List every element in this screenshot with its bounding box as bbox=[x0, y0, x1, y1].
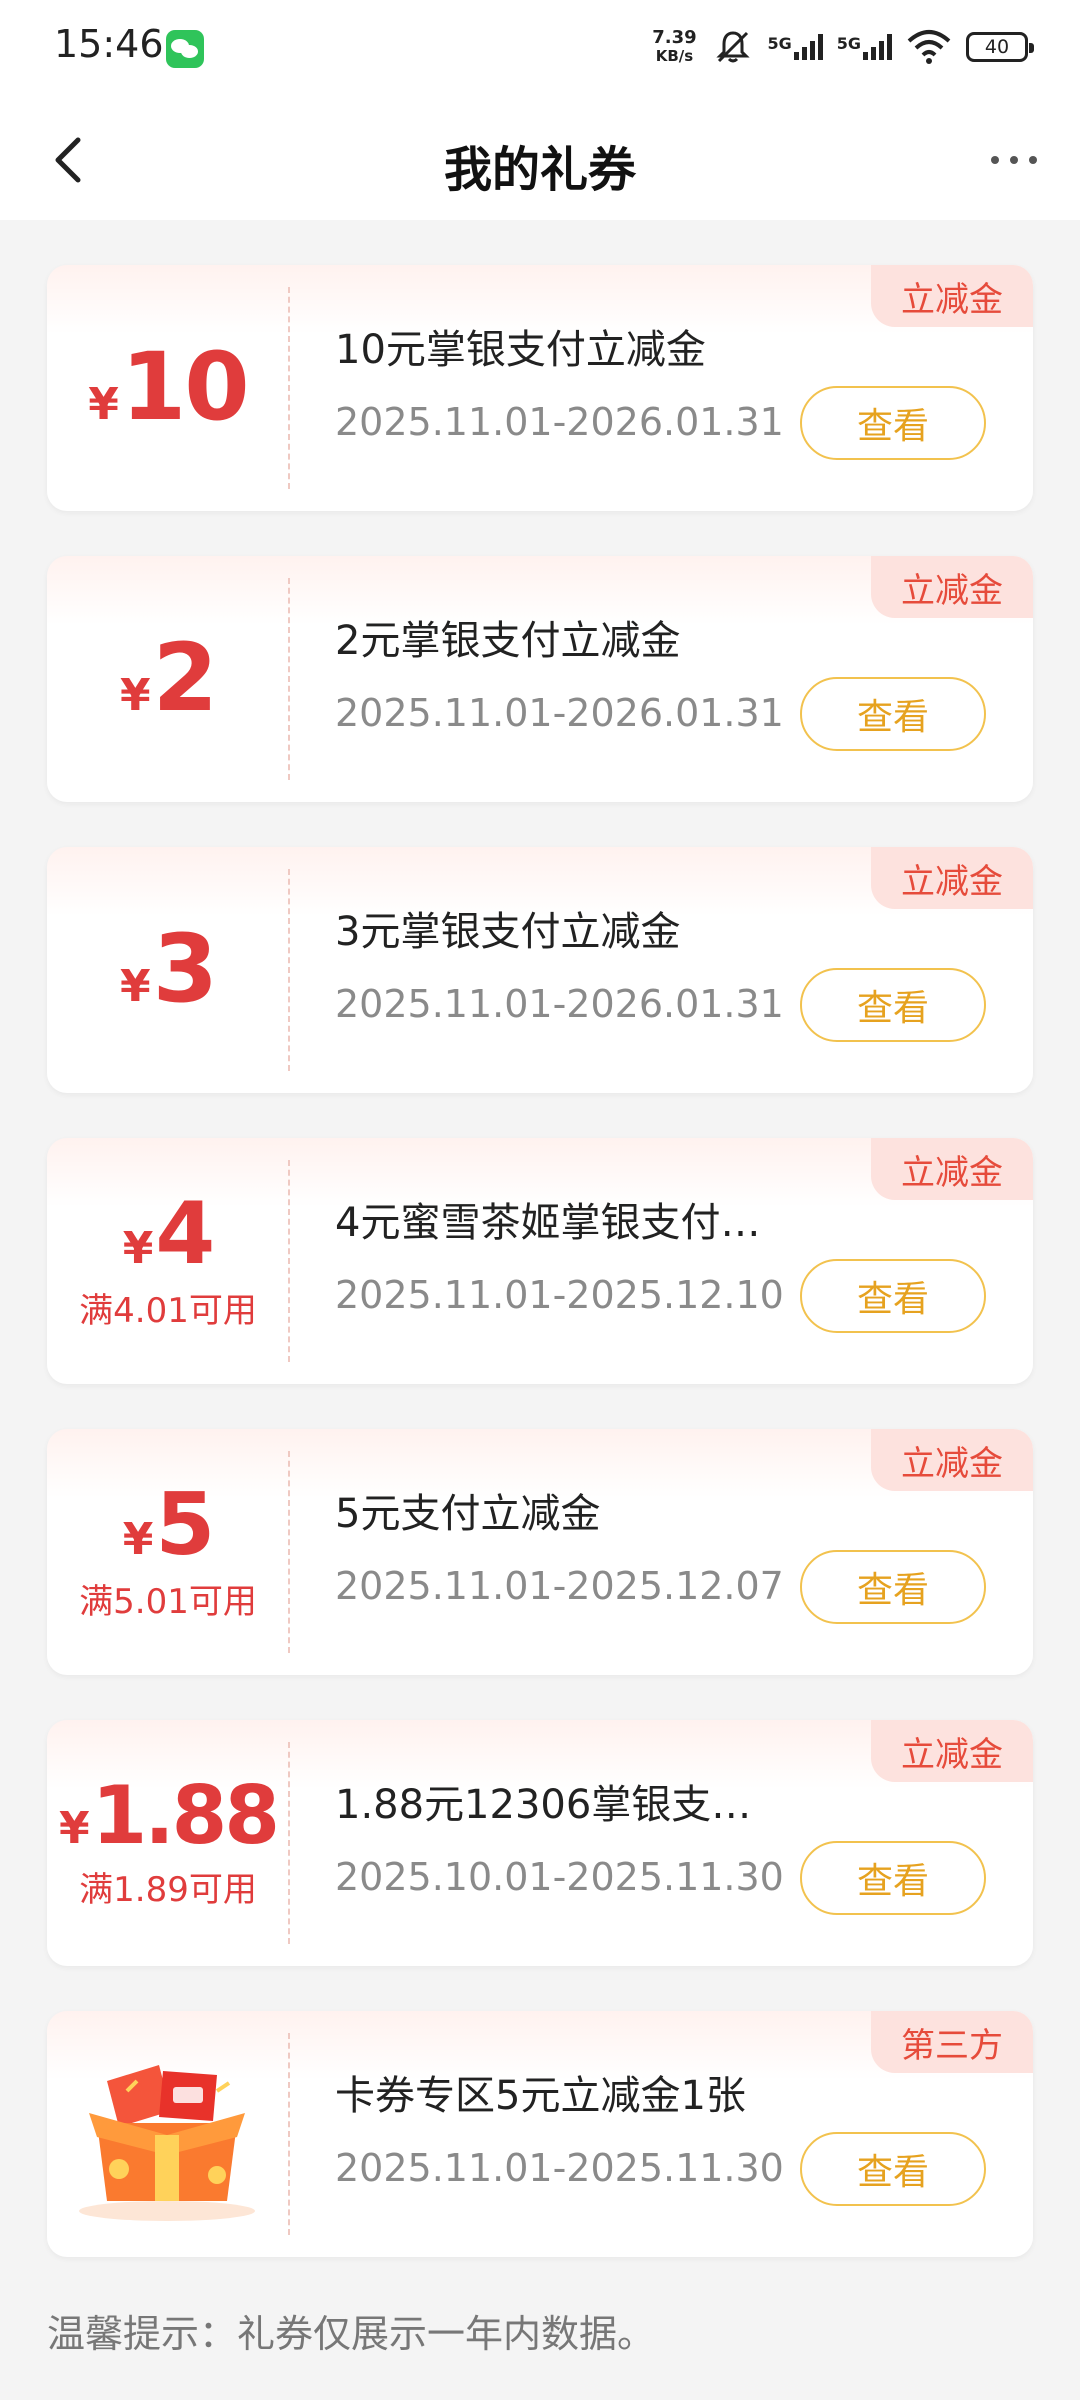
usage-condition: 满4.01可用 bbox=[79, 1290, 257, 1331]
page-title: 我的礼券 bbox=[443, 142, 636, 198]
coupon-card[interactable]: 卡券专区5元立减金1张 2025.11.01-2025.11.30 第三方 查看 bbox=[47, 2011, 1033, 2257]
battery-indicator: 40 bbox=[966, 32, 1034, 62]
signal-1-label: 5G bbox=[767, 34, 792, 53]
status-time: 15:46 bbox=[54, 22, 164, 66]
usage-condition: 满5.01可用 bbox=[79, 1581, 257, 1622]
coupon-type-badge: 立减金 bbox=[871, 1138, 1033, 1200]
view-button[interactable]: 查看 bbox=[800, 386, 986, 460]
gift-box-image bbox=[67, 2051, 267, 2227]
coupon-amount: ¥ 2 bbox=[119, 624, 218, 733]
dashed-divider bbox=[288, 2033, 290, 2235]
coupon-card[interactable]: ¥ 4 满4.01可用 4元蜜雪茶姬掌银支付… 2025.11.01-2025.… bbox=[47, 1138, 1033, 1384]
cellular-signal-2-icon: 5G bbox=[837, 34, 892, 60]
coupon-amount: ¥ 1.88 bbox=[58, 1768, 280, 1862]
coupon-validity-date: 2025.11.01-2025.12.10 bbox=[335, 1273, 784, 1317]
amount-value: 5 bbox=[155, 1474, 215, 1575]
status-bar: 15:46 7.39 KB/s 5G 5G 40 bbox=[0, 0, 1080, 100]
amount-value: 2 bbox=[152, 624, 218, 733]
network-speed-value: 7.39 bbox=[652, 27, 697, 48]
more-options-button[interactable] bbox=[972, 124, 1056, 196]
coupon-amount-area: ¥ 5 满5.01可用 bbox=[47, 1429, 289, 1675]
dot-icon bbox=[1010, 156, 1018, 164]
dashed-divider bbox=[288, 1451, 290, 1653]
currency-symbol: ¥ bbox=[122, 1513, 154, 1565]
coupon-title: 3元掌银支付立减金 bbox=[335, 909, 681, 955]
coupon-amount-area: ¥ 10 bbox=[47, 265, 289, 511]
coupon-list: ¥ 10 10元掌银支付立减金 2025.11.01-2026.01.31 立减… bbox=[47, 265, 1033, 2302]
dashed-divider bbox=[288, 869, 290, 1071]
dashed-divider bbox=[288, 578, 290, 780]
network-speed: 7.39 KB/s bbox=[649, 27, 699, 66]
wifi-icon bbox=[906, 29, 952, 65]
wechat-notification-icon bbox=[166, 30, 204, 68]
coupon-amount-area: ¥ 2 bbox=[47, 556, 289, 802]
view-button[interactable]: 查看 bbox=[800, 1259, 986, 1333]
view-button[interactable]: 查看 bbox=[800, 1550, 986, 1624]
status-indicators: 7.39 KB/s 5G 5G 40 bbox=[649, 22, 1034, 72]
coupon-title: 2元掌银支付立减金 bbox=[335, 618, 681, 664]
amount-value: 3 bbox=[152, 915, 218, 1024]
coupon-validity-date: 2025.10.01-2025.11.30 bbox=[335, 1855, 784, 1899]
coupon-type-badge: 第三方 bbox=[871, 2011, 1033, 2073]
coupon-type-badge: 立减金 bbox=[871, 265, 1033, 327]
coupon-validity-date: 2025.11.01-2025.11.30 bbox=[335, 2146, 784, 2190]
currency-symbol: ¥ bbox=[88, 379, 119, 430]
coupon-validity-date: 2025.11.01-2026.01.31 bbox=[335, 982, 784, 1026]
coupon-amount-area: ¥ 4 满4.01可用 bbox=[47, 1138, 289, 1384]
footer-tip: 温馨提示：礼券仅展示一年内数据。 bbox=[47, 2312, 656, 2356]
view-button[interactable]: 查看 bbox=[800, 968, 986, 1042]
amount-value: 10 bbox=[120, 333, 250, 442]
network-speed-unit: KB/s bbox=[655, 47, 694, 65]
coupon-validity-date: 2025.11.01-2026.01.31 bbox=[335, 691, 784, 735]
dot-icon bbox=[1029, 156, 1037, 164]
view-button[interactable]: 查看 bbox=[800, 677, 986, 751]
coupon-amount-area: ¥ 1.88 满1.89可用 bbox=[47, 1720, 289, 1966]
coupon-card[interactable]: ¥ 10 10元掌银支付立减金 2025.11.01-2026.01.31 立减… bbox=[47, 265, 1033, 511]
usage-condition: 满1.89可用 bbox=[79, 1869, 257, 1910]
coupon-amount: ¥ 4 bbox=[122, 1183, 215, 1284]
coupon-type-badge: 立减金 bbox=[871, 847, 1033, 909]
view-button[interactable]: 查看 bbox=[800, 1841, 986, 1915]
currency-symbol: ¥ bbox=[119, 961, 151, 1012]
coupon-title: 5元支付立减金 bbox=[335, 1491, 601, 1537]
coupon-amount-area: ¥ 3 bbox=[47, 847, 289, 1093]
coupon-title: 10元掌银支付立减金 bbox=[335, 327, 706, 373]
coupon-card[interactable]: ¥ 1.88 满1.89可用 1.88元12306掌银支… 2025.10.01… bbox=[47, 1720, 1033, 1966]
coupon-amount: ¥ 10 bbox=[88, 333, 250, 442]
currency-symbol: ¥ bbox=[119, 670, 151, 721]
currency-symbol: ¥ bbox=[122, 1222, 154, 1274]
signal-2-label: 5G bbox=[836, 34, 861, 53]
coupon-amount: ¥ 5 bbox=[122, 1474, 215, 1575]
amount-value: 4 bbox=[155, 1183, 215, 1284]
amount-value: 1.88 bbox=[91, 1768, 280, 1862]
mute-bell-icon bbox=[713, 27, 753, 67]
navigation-bar: 我的礼券 bbox=[0, 100, 1080, 220]
dashed-divider bbox=[288, 1742, 290, 1944]
view-button[interactable]: 查看 bbox=[800, 2132, 986, 2206]
coupon-title: 1.88元12306掌银支… bbox=[335, 1782, 752, 1828]
coupon-card[interactable]: ¥ 2 2元掌银支付立减金 2025.11.01-2026.01.31 立减金 … bbox=[47, 556, 1033, 802]
cellular-signal-1-icon: 5G bbox=[767, 34, 823, 60]
coupon-amount: ¥ 3 bbox=[119, 915, 218, 1024]
dashed-divider bbox=[288, 1160, 290, 1362]
coupon-type-badge: 立减金 bbox=[871, 556, 1033, 618]
currency-symbol: ¥ bbox=[58, 1802, 90, 1854]
coupon-card[interactable]: ¥ 3 3元掌银支付立减金 2025.11.01-2026.01.31 立减金 … bbox=[47, 847, 1033, 1093]
dashed-divider bbox=[288, 287, 290, 489]
coupon-type-badge: 立减金 bbox=[871, 1720, 1033, 1782]
coupon-title: 4元蜜雪茶姬掌银支付… bbox=[335, 1200, 761, 1246]
dot-icon bbox=[991, 156, 999, 164]
coupon-type-badge: 立减金 bbox=[871, 1429, 1033, 1491]
coupon-title: 卡券专区5元立减金1张 bbox=[335, 2073, 746, 2119]
coupon-card[interactable]: ¥ 5 满5.01可用 5元支付立减金 2025.11.01-2025.12.0… bbox=[47, 1429, 1033, 1675]
coupon-validity-date: 2025.11.01-2025.12.07 bbox=[335, 1564, 784, 1608]
coupon-validity-date: 2025.11.01-2026.01.31 bbox=[335, 400, 784, 444]
